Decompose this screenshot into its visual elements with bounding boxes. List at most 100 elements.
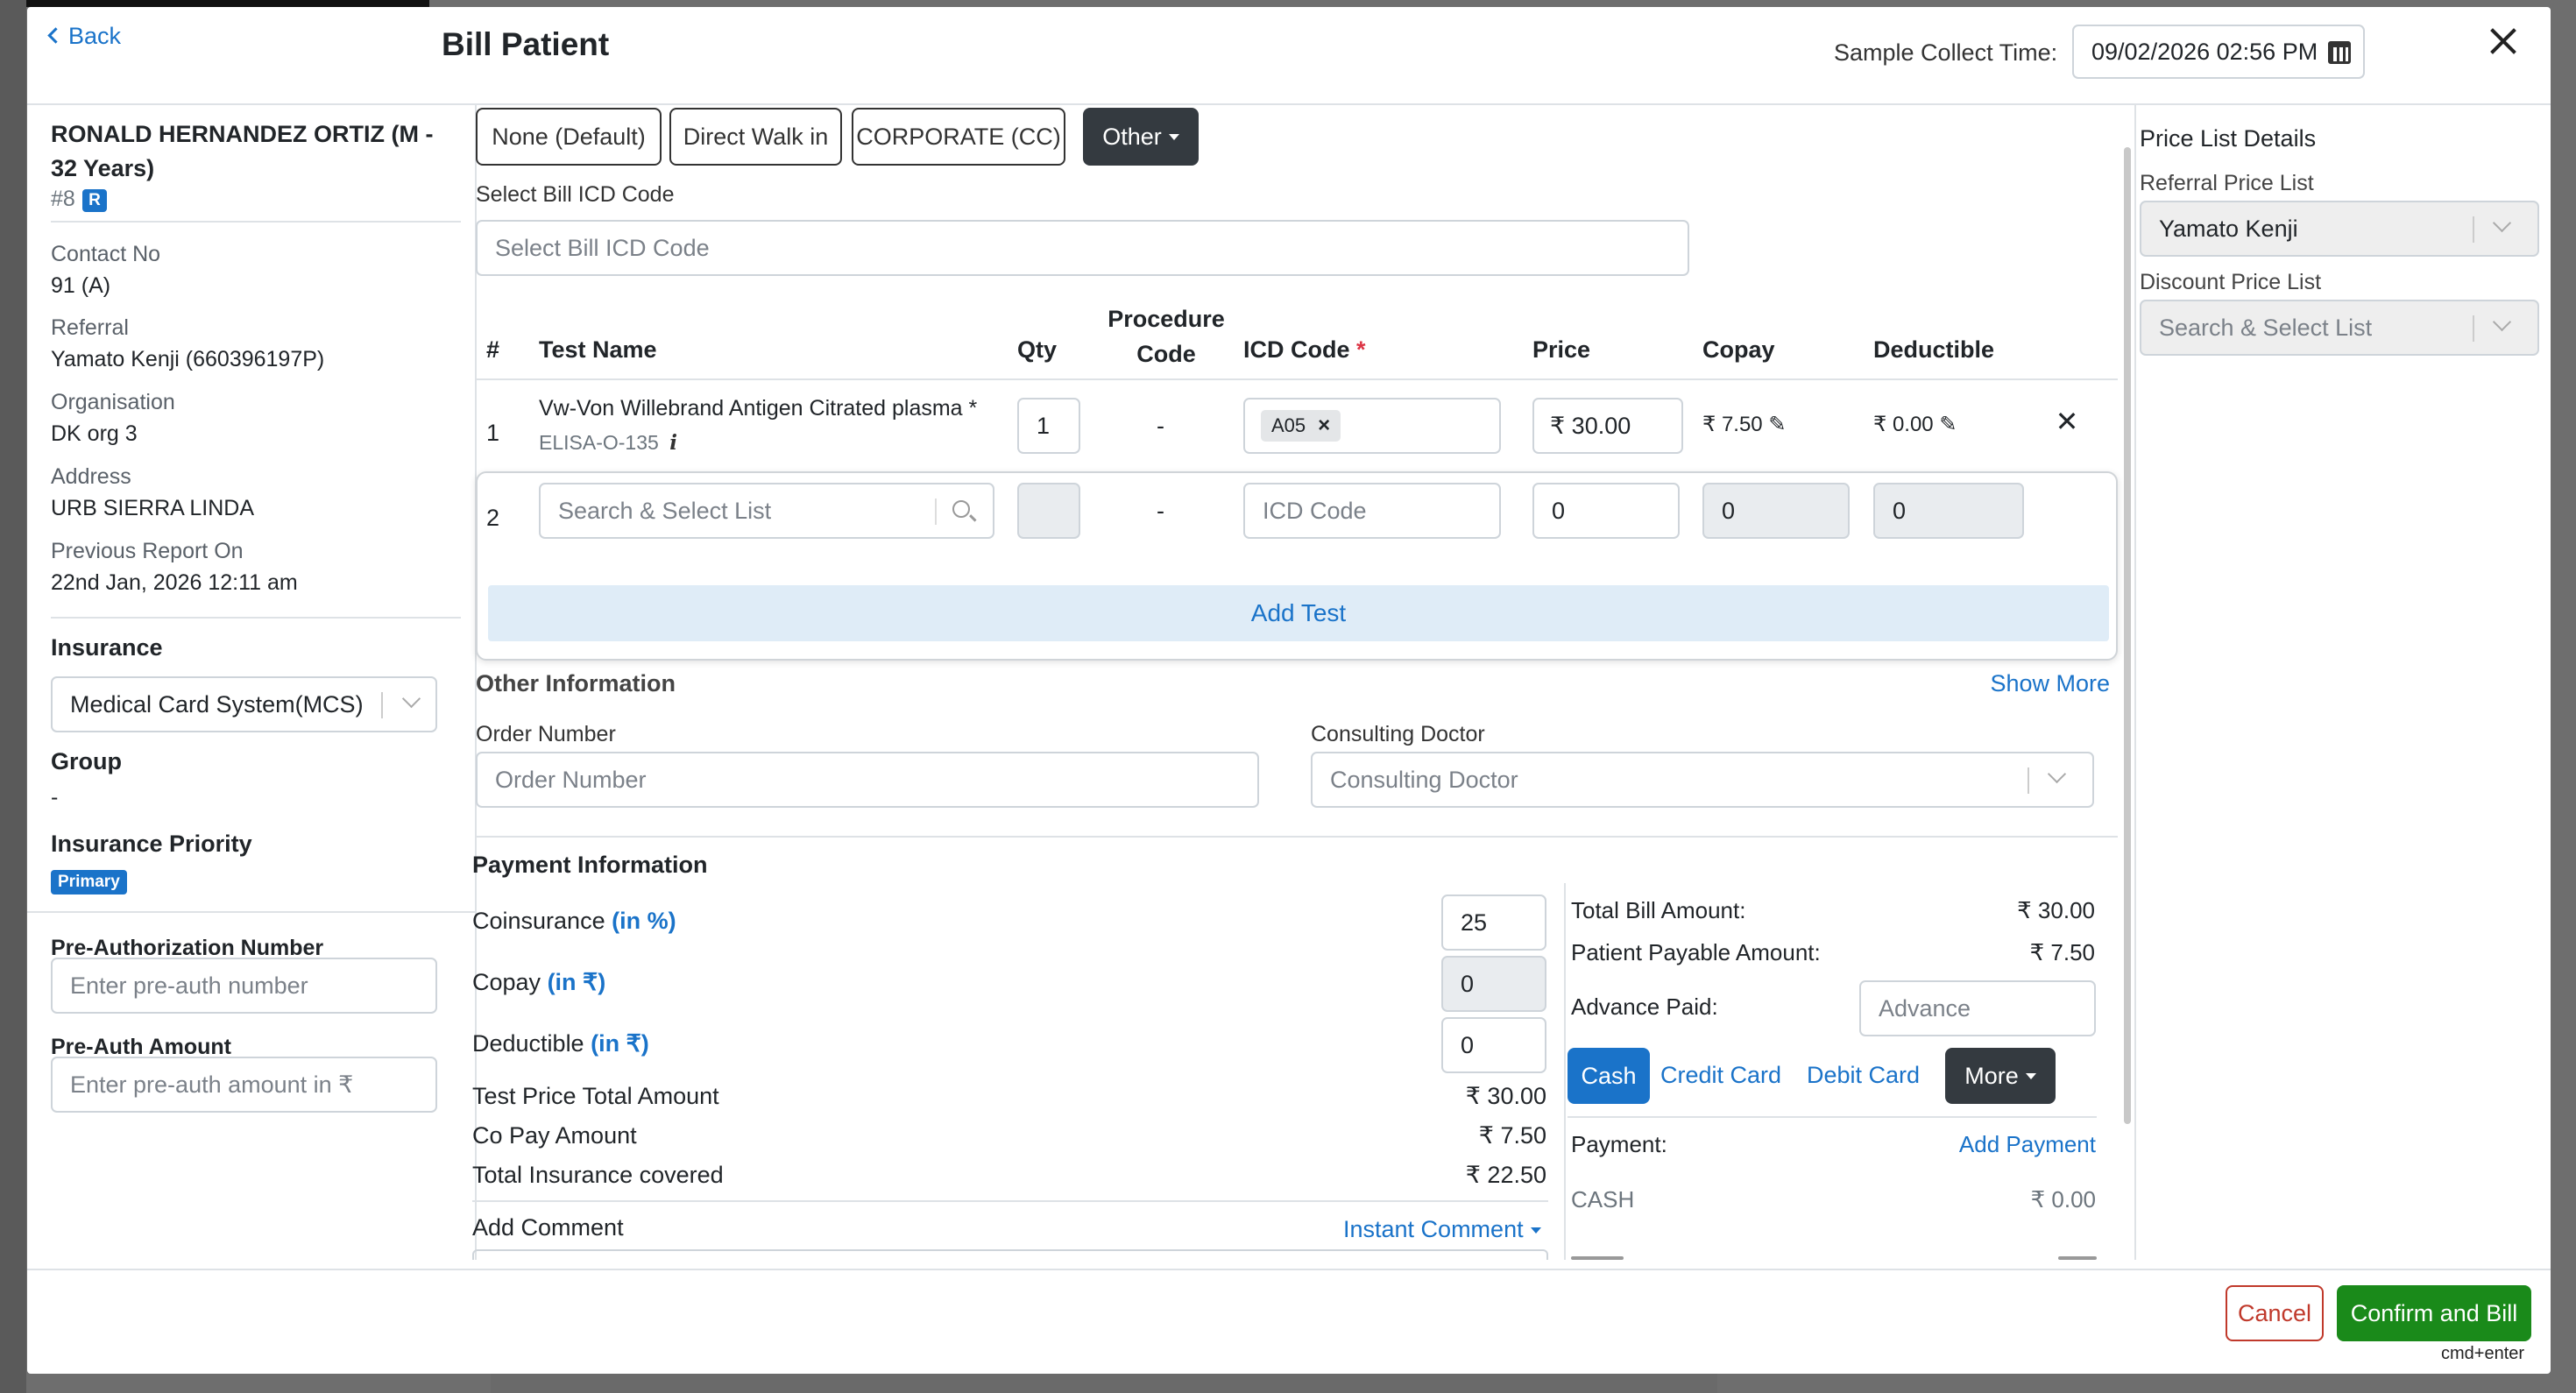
close-button[interactable]	[2484, 23, 2523, 61]
consulting-doctor-select[interactable]: Consulting Doctor	[1311, 752, 2094, 808]
footer-divider	[27, 1269, 2551, 1270]
coinsurance-input[interactable]: 25	[1441, 894, 1546, 951]
bill-type-other-dropdown[interactable]: Other	[1083, 108, 1199, 166]
preauth-amount-input[interactable]: Enter pre-auth amount in ₹	[51, 1057, 437, 1113]
referral-badge: R	[82, 189, 107, 212]
row2-price-input[interactable]: 0	[1532, 483, 1680, 539]
total-bill-value: ₹ 30.00	[2017, 897, 2095, 923]
select-separator	[935, 499, 937, 525]
copay-input[interactable]: 0	[1441, 956, 1546, 1012]
row1-deductible-value: ₹ 0.00	[1873, 413, 1934, 436]
insurance-covered-value: ₹ 22.50	[1465, 1162, 1546, 1188]
bill-patient-modal: Back Bill Patient Sample Collect Time: 0…	[27, 7, 2551, 1374]
col-header-price: Price	[1532, 336, 1591, 363]
contact-label: Contact No	[51, 242, 161, 266]
col-header-number: #	[486, 336, 500, 363]
comment-textarea[interactable]	[472, 1249, 1548, 1260]
coinsurance-unit: (in %)	[612, 908, 676, 934]
organisation-label: Organisation	[51, 390, 175, 414]
price-list-title: Price List Details	[2140, 125, 2317, 152]
bill-type-none-button[interactable]: None (Default)	[476, 108, 662, 166]
row2-icd-input[interactable]: ICD Code	[1243, 483, 1501, 539]
payment-method-credit-card[interactable]: Credit Card	[1660, 1062, 1781, 1089]
select-separator	[381, 692, 383, 718]
backdrop-sidebar	[0, 0, 26, 1393]
coinsurance-text: Coinsurance	[472, 908, 605, 934]
referral-value: Yamato Kenji (660396197P)	[51, 347, 325, 371]
advance-input[interactable]: Advance	[1859, 980, 2096, 1036]
bill-type-corporate-button[interactable]: CORPORATE (CC)	[852, 108, 1065, 166]
payment-list-divider	[1568, 1116, 2097, 1118]
payment-method-cash[interactable]: Cash	[1568, 1048, 1650, 1104]
row2-search-placeholder: Search & Select List	[558, 497, 772, 524]
remove-tag-icon[interactable]: ×	[1318, 414, 1330, 438]
sample-collect-input[interactable]: 09/02/2026 02:56 PM	[2072, 25, 2365, 79]
add-comment-label: Add Comment	[472, 1214, 624, 1241]
organisation-value: DK org 3	[51, 421, 138, 446]
row1-copay: ₹ 7.50 ✎	[1702, 412, 1786, 437]
row2-deductible-input[interactable]: 0	[1873, 483, 2024, 539]
edit-deductible-icon[interactable]: ✎	[1939, 413, 1957, 436]
discount-price-list-select[interactable]: Search & Select List	[2140, 300, 2539, 356]
referral-price-list-select[interactable]: Yamato Kenji	[2140, 201, 2539, 257]
instant-comment-dropdown[interactable]: Instant Comment	[1343, 1216, 1541, 1243]
order-number-input[interactable]: Order Number	[476, 752, 1259, 808]
cash-label: CASH	[1571, 1186, 1635, 1213]
select-separator	[2028, 767, 2029, 794]
advance-paid-label: Advance Paid:	[1571, 993, 1718, 1020]
row1-number: 1	[486, 420, 500, 446]
payment-label: Payment:	[1571, 1131, 1667, 1157]
payment-method-debit-card[interactable]: Debit Card	[1807, 1062, 1920, 1089]
row1-price-input[interactable]: ₹ 30.00	[1532, 398, 1683, 454]
icd-tag: A05 ×	[1261, 410, 1341, 442]
row2-qty-input[interactable]	[1017, 483, 1080, 539]
row1-qty-input[interactable]: 1	[1017, 398, 1080, 454]
patient-name-line2: 32 Years)	[51, 155, 155, 181]
cancel-button[interactable]: Cancel	[2226, 1285, 2324, 1341]
col-header-qty: Qty	[1017, 336, 1058, 363]
add-test-button[interactable]: Add Test	[488, 585, 2109, 641]
previous-report-label: Previous Report On	[51, 539, 244, 563]
clipped-row-label	[1571, 1246, 1624, 1260]
select-separator	[2473, 315, 2474, 342]
remove-row-button[interactable]: ✕	[2052, 407, 2082, 436]
row2-copay-input[interactable]: 0	[1702, 483, 1850, 539]
edit-copay-icon[interactable]: ✎	[1768, 413, 1786, 436]
cash-value: ₹ 0.00	[2030, 1186, 2096, 1213]
icd-header-text: ICD Code	[1243, 336, 1350, 363]
total-bill-label: Total Bill Amount:	[1571, 897, 1746, 923]
previous-report-value: 22nd Jan, 2026 12:11 am	[51, 570, 298, 595]
confirm-and-bill-button[interactable]: Confirm and Bill	[2337, 1285, 2531, 1341]
caret-down-icon	[1530, 1227, 1541, 1234]
search-icon-handle	[969, 514, 977, 522]
row1-procedure-code: -	[1157, 413, 1164, 439]
copay-amount-label: Co Pay Amount	[472, 1122, 637, 1149]
bill-icd-input[interactable]: Select Bill ICD Code	[476, 220, 1689, 276]
page-title: Bill Patient	[442, 26, 610, 62]
select-separator	[2473, 216, 2474, 243]
row1-icd-input[interactable]: A05 ×	[1243, 398, 1501, 454]
payment-more-dropdown[interactable]: More	[1945, 1048, 2056, 1104]
close-icon: ✕	[2055, 406, 2079, 437]
shortcut-hint: cmd+enter	[2441, 1344, 2525, 1363]
bill-type-direct-walk-in-button[interactable]: Direct Walk in	[669, 108, 842, 166]
calendar-icon	[2328, 41, 2351, 64]
insurance-select[interactable]: Medical Card System(MCS)	[51, 676, 437, 732]
sample-collect-value: 09/02/2026 02:56 PM	[2091, 38, 2318, 65]
deductible-input[interactable]: 0	[1441, 1017, 1546, 1073]
col-header-procedure-code: Procedure Code	[1096, 301, 1236, 371]
show-more-link[interactable]: Show More	[1963, 670, 2110, 697]
sample-collect-label: Sample Collect Time:	[1834, 39, 2058, 66]
main-scrollbar[interactable]	[2124, 147, 2131, 1124]
required-asterisk: *	[1356, 336, 1366, 363]
back-link[interactable]: Back	[47, 23, 121, 50]
info-icon[interactable]: i	[669, 431, 677, 455]
procedure-header-line2: Code	[1136, 341, 1196, 367]
preauth-input[interactable]: Enter pre-auth number	[51, 958, 437, 1014]
address-label: Address	[51, 464, 131, 489]
row2-procedure-code: -	[1157, 498, 1164, 524]
row2-test-search[interactable]: Search & Select List	[539, 483, 994, 539]
instant-comment-label: Instant Comment	[1343, 1216, 1524, 1242]
add-payment-link[interactable]: Add Payment	[1902, 1131, 2096, 1158]
contact-value: 91 (A)	[51, 273, 111, 298]
